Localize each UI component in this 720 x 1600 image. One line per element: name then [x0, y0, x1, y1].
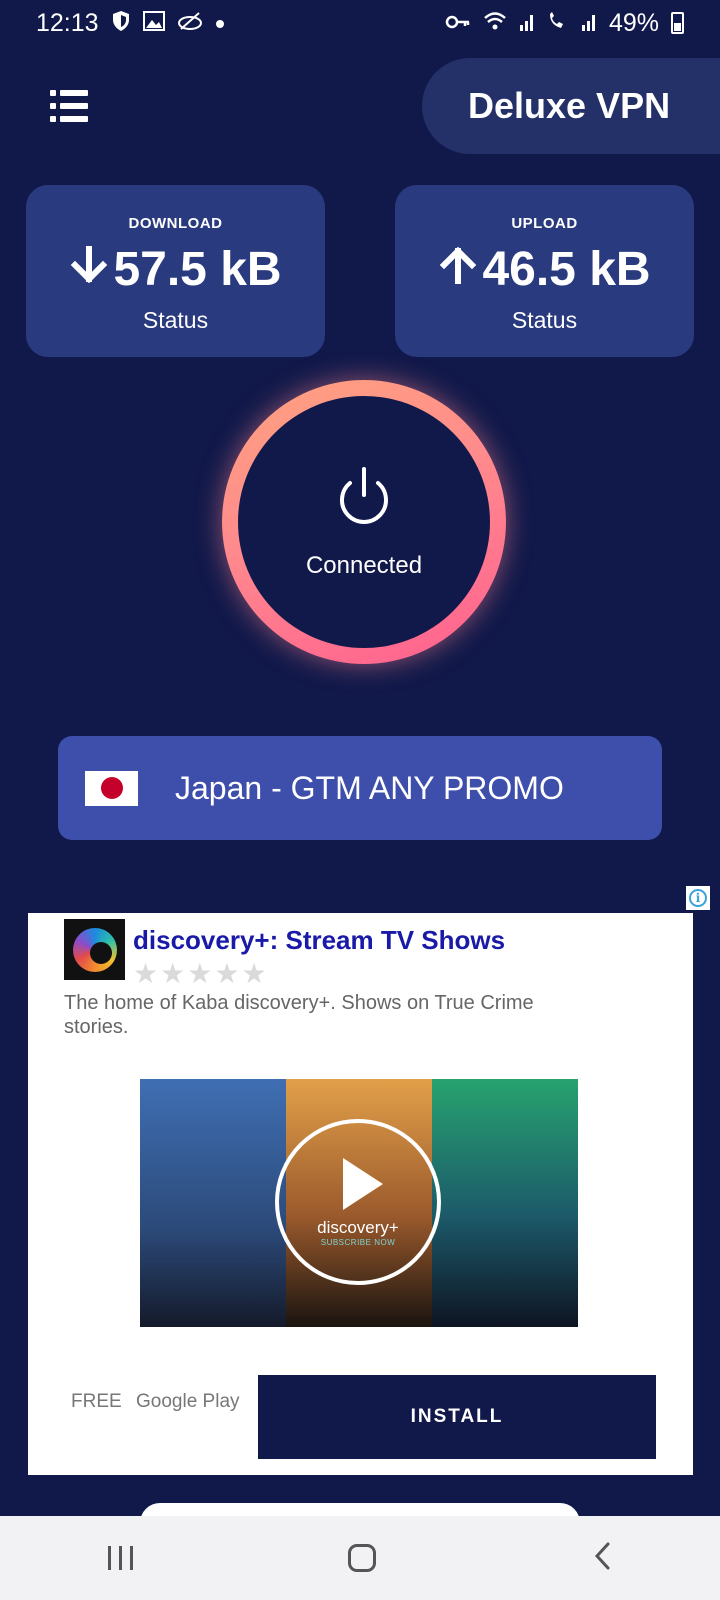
upload-card: UPLOAD 46.5 kB Status: [395, 185, 694, 357]
image-icon: [142, 11, 165, 35]
wifi-icon: [483, 11, 507, 35]
discovery-logo-icon: [64, 919, 125, 980]
server-label: Japan - GTM ANY PROMO: [175, 769, 564, 806]
recent-apps-icon[interactable]: [107, 1546, 133, 1570]
japan-flag-icon: [85, 770, 138, 806]
download-value: 57.5 kB: [113, 243, 282, 296]
ad-rating-stars: ★ ★ ★ ★ ★: [133, 957, 267, 990]
server-selector-button[interactable]: Japan - GTM ANY PROMO: [58, 736, 662, 840]
signal-icon-2: [581, 11, 597, 35]
ad-title[interactable]: discovery+: Stream TV Shows: [133, 925, 505, 956]
install-button[interactable]: INSTALL: [258, 1375, 656, 1459]
video-subtitle: SUBSCRIBE NOW: [320, 1237, 396, 1247]
ad-info-icon[interactable]: i: [686, 886, 710, 910]
signal-icon: [519, 11, 535, 35]
ad-video[interactable]: discovery+ SUBSCRIBE NOW: [140, 1079, 578, 1327]
home-icon[interactable]: [348, 1544, 377, 1572]
dot-icon: [215, 13, 225, 33]
upload-label: UPLOAD: [511, 215, 578, 232]
system-nav-bar: [0, 1516, 720, 1600]
ad-store: Google Play: [136, 1391, 240, 1412]
status-time: 12:13: [36, 8, 99, 37]
video-brand: discovery+: [317, 1217, 399, 1237]
ad-description: The home of Kaba discovery+. Shows on Tr…: [64, 992, 534, 1038]
status-bar: 12:13 49%: [0, 0, 720, 46]
power-icon: [335, 465, 393, 534]
upload-value: 46.5 kB: [482, 243, 651, 296]
arrow-down-icon: [69, 242, 109, 297]
download-label: DOWNLOAD: [128, 215, 223, 232]
call-signal-icon: [547, 11, 569, 35]
star-icon: ★: [241, 958, 267, 989]
star-icon: ★: [133, 958, 159, 989]
download-value-row: 57.5 kB: [69, 242, 282, 297]
star-icon: ★: [160, 958, 186, 989]
upload-status: Status: [511, 307, 578, 333]
connection-status: Connected: [305, 551, 423, 579]
battery-percent: 49%: [608, 8, 659, 37]
download-card: DOWNLOAD 57.5 kB Status: [26, 185, 325, 357]
back-icon[interactable]: [592, 1541, 612, 1576]
key-icon: [445, 13, 471, 33]
app-title: Deluxe VPN: [422, 58, 720, 154]
connect-button-inner: Connected: [238, 396, 490, 648]
play-icon[interactable]: discovery+ SUBSCRIBE NOW: [275, 1119, 441, 1285]
connect-button[interactable]: Connected: [222, 380, 506, 664]
ad-card[interactable]: discovery+: Stream TV Shows ★ ★ ★ ★ ★ Th…: [28, 913, 693, 1475]
battery-icon: [671, 12, 684, 34]
ad-price: FREE: [71, 1391, 122, 1412]
upload-value-row: 46.5 kB: [438, 242, 651, 297]
arrow-up-icon: [438, 242, 478, 297]
star-icon: ★: [214, 958, 240, 989]
shield-icon: [111, 10, 131, 36]
list-menu-icon[interactable]: [50, 90, 90, 122]
download-status: Status: [142, 307, 209, 333]
star-icon: ★: [187, 958, 213, 989]
game-icon: [177, 11, 203, 35]
